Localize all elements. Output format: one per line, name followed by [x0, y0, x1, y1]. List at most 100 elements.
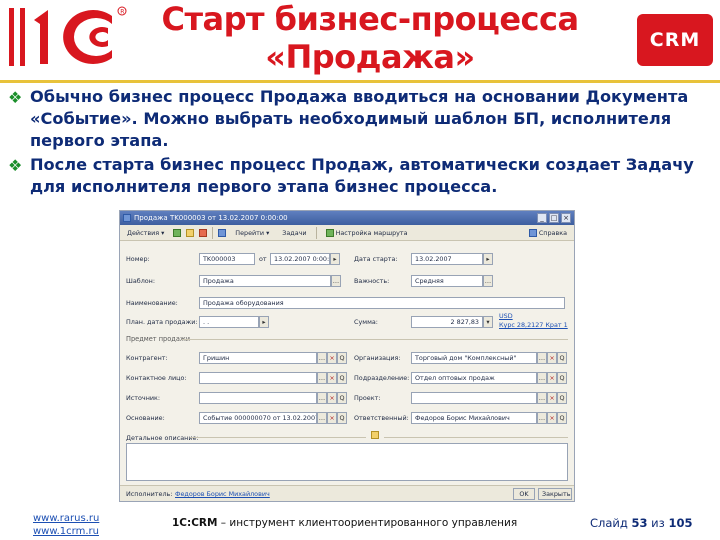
open-button[interactable]: Q [557, 352, 567, 364]
open-button[interactable]: Q [337, 412, 347, 424]
rate-link[interactable]: Курс 28,2127 Крат 1 [499, 321, 568, 329]
clear-button[interactable]: × [547, 372, 557, 384]
clear-button[interactable]: × [547, 352, 557, 364]
close-form-button[interactable]: Закрыть [538, 488, 572, 500]
copy-icon[interactable] [186, 228, 195, 237]
number-field[interactable]: TK000003 [199, 253, 255, 265]
open-button[interactable]: Q [557, 412, 567, 424]
open-button[interactable]: Q [557, 372, 567, 384]
maximize-button[interactable]: □ [549, 213, 559, 223]
select-button[interactable]: … [317, 372, 327, 384]
open-button[interactable]: Q [337, 352, 347, 364]
select-button[interactable]: … [537, 372, 547, 384]
clear-button[interactable]: × [327, 392, 337, 404]
currency-link[interactable]: USD [499, 312, 513, 320]
clear-button[interactable]: × [327, 412, 337, 424]
sum-label: Сумма: [354, 318, 378, 326]
close-button[interactable]: × [561, 213, 571, 223]
clear-button[interactable]: × [547, 392, 557, 404]
select-button[interactable]: … [317, 392, 327, 404]
select-button[interactable]: … [537, 352, 547, 364]
window-titlebar[interactable]: Продажа TK000003 от 13.02.2007 0:00:00 _… [120, 211, 574, 225]
bullet-text: Обычно бизнес процесс Продажа вводиться … [30, 87, 689, 150]
organization-label: Организация: [354, 354, 401, 362]
help-button[interactable]: Справка [525, 227, 571, 239]
goto-label: Перейти [235, 228, 265, 237]
refresh-icon[interactable] [218, 228, 227, 237]
executor-link[interactable]: Федоров Борис Михайлович [175, 490, 270, 498]
minimize-button[interactable]: _ [537, 213, 547, 223]
slide-number: Слайд 53 из 105 [590, 516, 692, 530]
calendar-button[interactable]: ▸ [259, 316, 269, 328]
footer-product: 1С:CRM [172, 517, 218, 529]
template-label: Шаблон: [126, 277, 156, 285]
project-label: Проект: [354, 394, 381, 402]
slide-current: 53 [631, 516, 648, 530]
bullet-text: После старта бизнес процесс Продаж, авто… [30, 155, 694, 196]
window-toolbar: Действия ▾ Перейти ▾ Задачи Настройка марш… [120, 225, 574, 241]
organization-field[interactable]: Торговый дом "Комплексный" [411, 352, 537, 364]
calendar-button[interactable]: ▸ [330, 253, 340, 265]
footer-tagline: 1С:CRM – инструмент клиентоориентированн… [172, 517, 577, 529]
tasks-button[interactable]: Задачи [278, 227, 310, 239]
basis-label: Основание: [126, 414, 165, 422]
details-divider [384, 437, 568, 438]
crm-logo: CRM [637, 14, 713, 66]
number-label: Номер: [126, 255, 150, 263]
contact-field[interactable] [199, 372, 317, 384]
calculator-button[interactable]: ▾ [483, 316, 493, 328]
slide-title: Старт бизнес-процесса «Продажа» [150, 0, 590, 76]
bullet-item: ❖ Обычно бизнес процесс Продажа вводитьс… [8, 86, 716, 152]
actions-menu[interactable]: Действия ▾ [123, 227, 168, 239]
project-field[interactable] [411, 392, 537, 404]
svg-text:R: R [120, 8, 124, 15]
open-button[interactable]: Q [337, 392, 347, 404]
details-textarea[interactable] [126, 443, 568, 481]
select-button[interactable]: … [317, 352, 327, 364]
counterparty-field[interactable]: Гришин [199, 352, 317, 364]
bullet-item: ❖ После старта бизнес процесс Продаж, ав… [8, 154, 716, 198]
select-button[interactable]: … [537, 412, 547, 424]
planned-date-field[interactable]: . . [199, 316, 259, 328]
calendar-button[interactable]: ▸ [483, 253, 493, 265]
sum-field[interactable]: 2 827,83 [411, 316, 483, 328]
open-button[interactable]: Q [337, 372, 347, 384]
date-field[interactable]: 13.02.2007 0:00:00 [270, 253, 330, 265]
crm-site-link[interactable]: www.1crm.ru [33, 525, 143, 538]
from-label: от [259, 255, 267, 263]
help-icon [528, 228, 537, 237]
rarus-link[interactable]: www.rarus.ru [33, 512, 143, 525]
template-field[interactable]: Продажа [199, 275, 331, 287]
slide-of: из [647, 516, 669, 530]
select-button[interactable]: … [317, 412, 327, 424]
diamond-bullet-icon: ❖ [8, 88, 23, 107]
slide-title-line1: Старт бизнес-процесса [161, 0, 579, 38]
importance-field[interactable]: Средняя [411, 275, 483, 287]
window-footer: Исполнитель: Федоров Борис Михайлович OK… [120, 485, 574, 501]
document-icon [123, 214, 131, 222]
source-field[interactable] [199, 392, 317, 404]
chevron-down-icon: ▾ [266, 228, 270, 237]
select-button[interactable]: … [483, 275, 493, 287]
basis-field[interactable]: Событие 000000070 от 13.02.2007 [199, 412, 317, 424]
save-icon[interactable] [173, 228, 182, 237]
name-label: Наименование: [126, 299, 178, 307]
route-settings-button[interactable]: Настройка маршрута [322, 227, 412, 239]
name-field[interactable]: Продажа оборудования [199, 297, 565, 309]
start-date-field[interactable]: 13.02.2007 [411, 253, 483, 265]
select-button[interactable]: … [537, 392, 547, 404]
select-button[interactable]: … [331, 275, 341, 287]
division-field[interactable]: Отдел оптовых продаж [411, 372, 537, 384]
delete-icon[interactable] [199, 228, 208, 237]
slide-title-line2: «Продажа» [265, 38, 475, 76]
ok-button[interactable]: OK [513, 488, 535, 500]
footer-product-desc: – инструмент клиентоориентированного упр… [217, 517, 518, 529]
clear-button[interactable]: × [327, 372, 337, 384]
clear-button[interactable]: × [327, 352, 337, 364]
source-label: Источник: [126, 394, 161, 402]
responsible-field[interactable]: Федоров Борис Михайлович [411, 412, 537, 424]
goto-menu[interactable]: Перейти ▾ [231, 227, 273, 239]
open-button[interactable]: Q [557, 392, 567, 404]
edit-description-icon[interactable] [371, 431, 379, 439]
clear-button[interactable]: × [547, 412, 557, 424]
